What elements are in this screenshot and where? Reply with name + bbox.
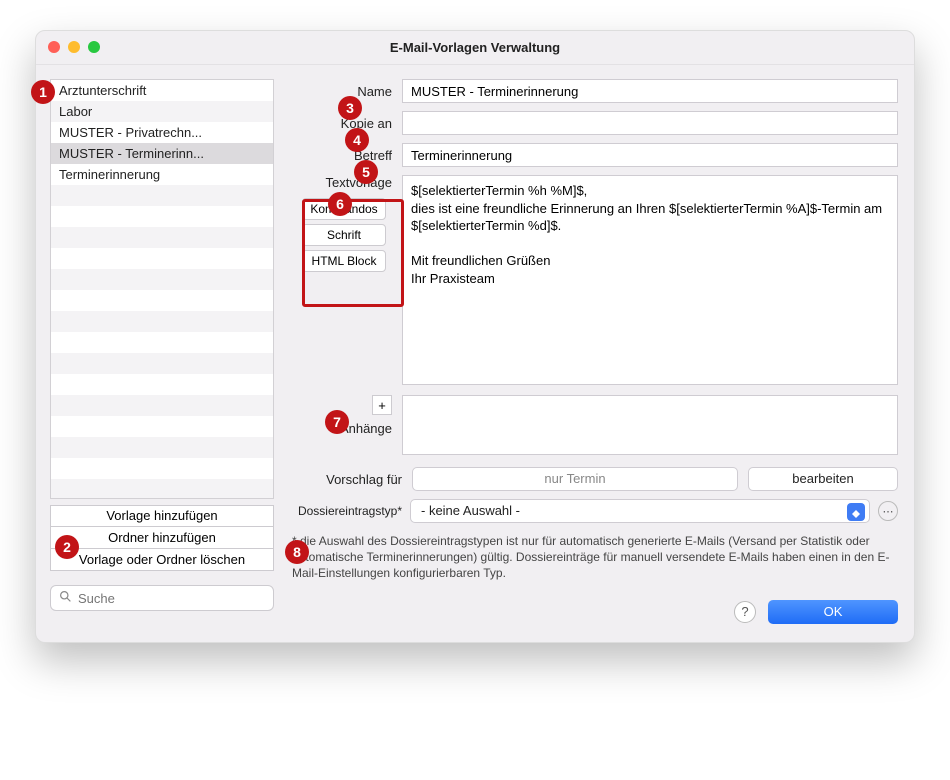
dossier-select[interactable]: - keine Auswahl -	[410, 499, 870, 523]
subject-input[interactable]	[402, 143, 898, 167]
ok-button[interactable]: OK	[768, 600, 898, 624]
add-attachment-button[interactable]: +	[372, 395, 392, 415]
attachments-box[interactable]	[402, 395, 898, 455]
search-input[interactable]	[78, 591, 265, 606]
delete-button[interactable]: Vorlage oder Ordner löschen	[50, 549, 274, 571]
minimize-icon[interactable]	[68, 41, 80, 53]
search-field[interactable]	[50, 585, 274, 611]
help-button[interactable]: ?	[734, 601, 756, 623]
template-body[interactable]	[402, 175, 898, 385]
proposal-edit-button[interactable]: bearbeiten	[748, 467, 898, 491]
template-label: Textvorlage	[326, 175, 392, 190]
proposal-label: Vorschlag für	[290, 472, 402, 487]
titlebar: E-Mail-Vorlagen Verwaltung	[36, 31, 914, 65]
chevron-updown-icon	[847, 503, 865, 521]
name-input[interactable]	[402, 79, 898, 103]
template-list[interactable]: Arztunterschrift Labor MUSTER - Privatre…	[50, 79, 274, 499]
commands-button[interactable]: Kommandos	[302, 198, 386, 220]
list-item[interactable]: Arztunterschrift	[51, 80, 273, 101]
more-options-button[interactable]: ⋯	[878, 501, 898, 521]
name-label: Name	[290, 84, 402, 99]
close-icon[interactable]	[48, 41, 60, 53]
add-template-button[interactable]: Vorlage hinzufügen	[50, 505, 274, 527]
proposal-value[interactable]: nur Termin	[412, 467, 738, 491]
zoom-icon[interactable]	[88, 41, 100, 53]
cc-label: Kopie an	[290, 116, 402, 131]
list-item[interactable]: Labor	[51, 101, 273, 122]
window-title: E-Mail-Vorlagen Verwaltung	[390, 40, 560, 55]
add-folder-button[interactable]: Ordner hinzufügen	[50, 527, 274, 549]
html-block-button[interactable]: HTML Block	[302, 250, 386, 272]
dossier-value: - keine Auswahl -	[421, 503, 520, 518]
window: E-Mail-Vorlagen Verwaltung Arztunterschr…	[35, 30, 915, 643]
font-button[interactable]: Schrift	[302, 224, 386, 246]
list-item[interactable]: MUSTER - Privatrechn...	[51, 122, 273, 143]
dossier-label: Dossiereintragstyp*	[290, 504, 402, 518]
attachments-label: Anhänge	[340, 421, 392, 436]
dossier-footnote: * die Auswahl des Dossiereintragstypen i…	[290, 533, 898, 582]
cc-input[interactable]	[402, 111, 898, 135]
subject-label: Betreff	[290, 148, 402, 163]
search-icon	[59, 590, 72, 606]
list-item[interactable]: Terminerinnerung	[51, 164, 273, 185]
list-item[interactable]: MUSTER - Terminerinn...	[51, 143, 273, 164]
